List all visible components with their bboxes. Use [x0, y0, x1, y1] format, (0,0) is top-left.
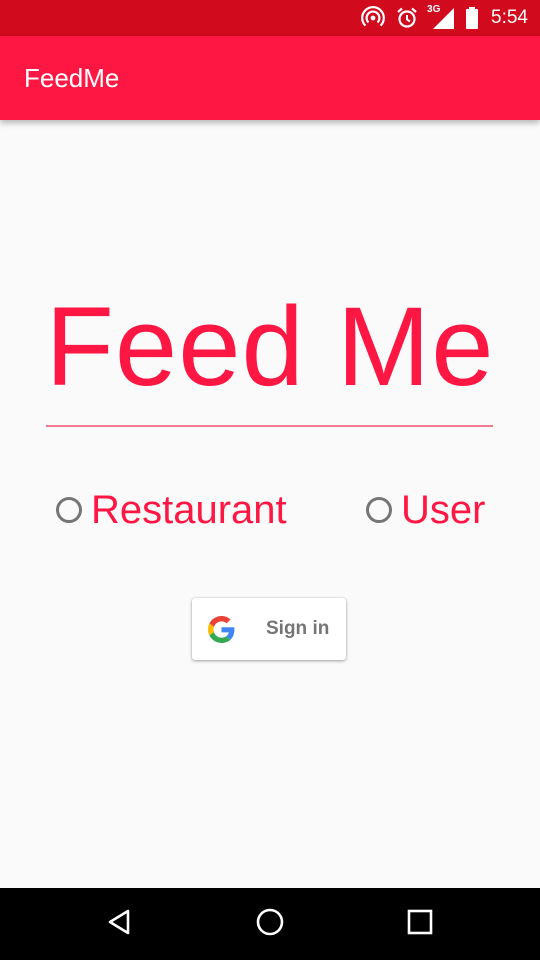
status-icons: 3G 5:54: [361, 0, 528, 36]
app-bar: FeedMe: [0, 36, 540, 120]
signin-label: Sign in: [266, 618, 330, 639]
signal-icon: 3G: [427, 4, 455, 31]
back-icon: [106, 908, 134, 941]
status-bar: 3G 5:54: [0, 0, 540, 36]
back-button[interactable]: [100, 904, 140, 944]
navigation-bar: [0, 888, 540, 960]
home-icon: [255, 907, 285, 942]
alarm-icon: [395, 6, 419, 30]
battery-icon: [465, 6, 479, 30]
hero-title: Feed Me: [45, 284, 495, 409]
google-signin-button[interactable]: Sign in: [192, 598, 346, 660]
hotspot-icon: [361, 6, 385, 30]
screen: 3G 5:54 FeedMe Feed Me Restaurant User S…: [0, 0, 540, 960]
user-radio-button[interactable]: [366, 497, 392, 523]
recents-button[interactable]: [400, 904, 440, 944]
title-underline: [46, 425, 493, 427]
home-button[interactable]: [250, 904, 290, 944]
status-time: 5:54: [491, 7, 528, 28]
app-title: FeedMe: [24, 63, 120, 93]
user-radio-label[interactable]: User: [401, 484, 485, 536]
google-icon: [208, 616, 235, 643]
restaurant-radio-button[interactable]: [56, 497, 82, 523]
recents-icon: [407, 909, 433, 940]
restaurant-radio-label[interactable]: Restaurant: [91, 484, 287, 536]
restaurant-radio-option[interactable]: Restaurant: [56, 484, 287, 536]
user-radio-option[interactable]: User: [366, 484, 485, 536]
network-type-label: 3G: [427, 4, 441, 15]
